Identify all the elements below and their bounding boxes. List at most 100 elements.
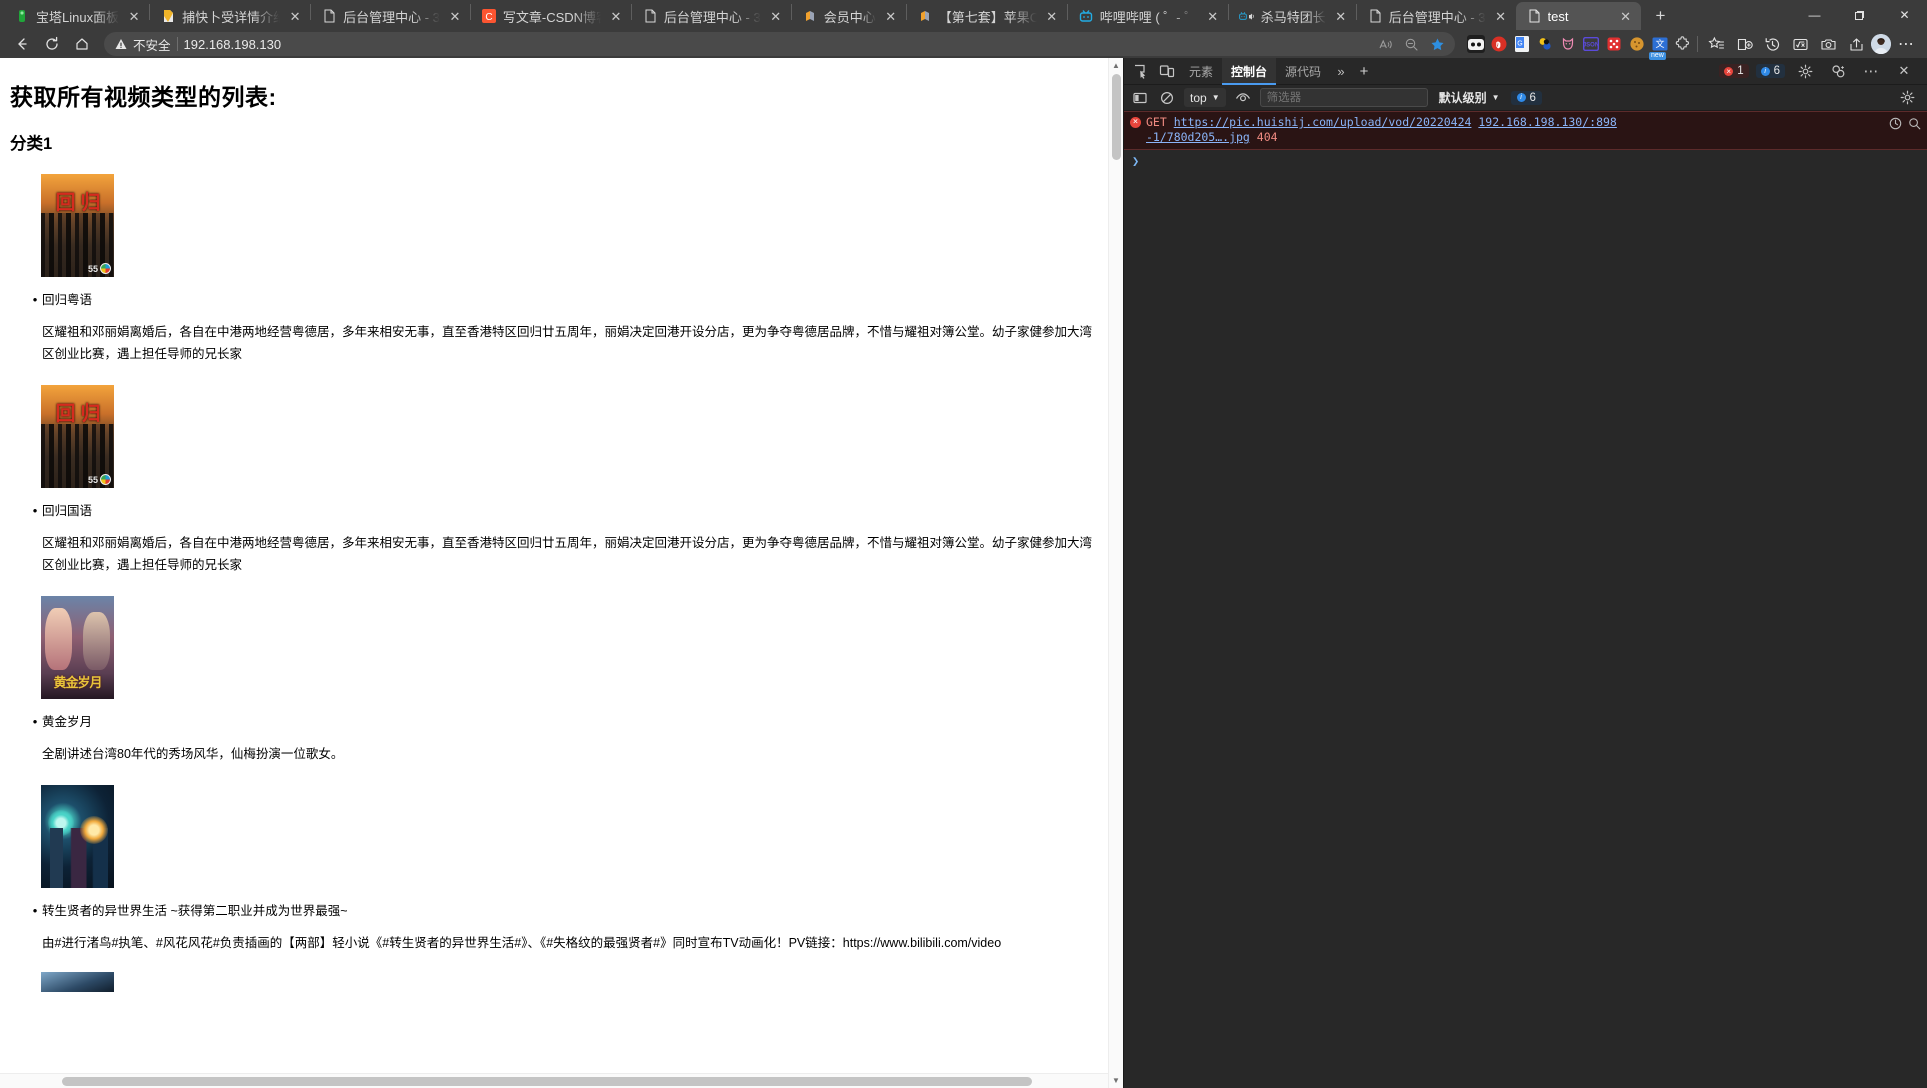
reload-button[interactable] <box>38 32 66 56</box>
translate-extension-icon[interactable]: 文 new <box>1649 35 1669 60</box>
tab-elements[interactable]: 元素 <box>1180 58 1222 85</box>
svg-text:JSON: JSON <box>1583 43 1599 49</box>
dark-reader-extension-icon[interactable] <box>1467 35 1485 53</box>
tab-close-button[interactable]: ✕ <box>607 7 625 25</box>
console-input-prompt[interactable]: ❯ <box>1124 150 1927 172</box>
console-error-message[interactable]: GET https://pic.huishij.com/upload/vod/2… <box>1124 111 1927 150</box>
live-expression-icon[interactable] <box>1233 88 1253 108</box>
share-icon[interactable] <box>1843 32 1869 56</box>
back-button[interactable] <box>8 32 36 56</box>
browser-tab-active[interactable]: test ✕ <box>1515 2 1641 30</box>
adblock-extension-icon[interactable] <box>1490 35 1508 53</box>
security-indicator[interactable]: 不安全 <box>110 35 171 54</box>
browser-tab[interactable]: 后台管理中心 - 3 ✕ <box>1357 2 1516 30</box>
read-aloud-icon[interactable] <box>1375 32 1395 56</box>
tab-close-button[interactable]: ✕ <box>1492 7 1510 25</box>
video-title: 转生贤者的异世界生活 ~获得第二职业并成为世界最强~ <box>42 904 348 918</box>
favorite-star-icon[interactable] <box>1427 32 1447 56</box>
list-item <box>10 972 1103 992</box>
console-filter-input[interactable] <box>1259 88 1428 107</box>
history-icon[interactable] <box>1759 32 1785 56</box>
profile-avatar[interactable] <box>1871 34 1891 54</box>
scroll-down-arrow[interactable]: ▼ <box>1109 1073 1123 1088</box>
screenshot-icon[interactable] <box>1815 32 1841 56</box>
tab-console[interactable]: 控制台 <box>1222 57 1277 85</box>
browser-tab[interactable]: 捕快卜受详情介绍 ✕ <box>150 2 310 30</box>
inspect-element-icon[interactable] <box>1128 59 1154 83</box>
request-source[interactable]: 192.168.198.130/:898 <box>1478 115 1616 129</box>
hscrollbar-thumb[interactable] <box>62 1077 1032 1086</box>
return-cantonese-poster[interactable]: 55 <box>41 174 114 277</box>
json-viewer-extension-icon[interactable]: JSON <box>1582 35 1600 53</box>
dice-extension-icon[interactable] <box>1605 35 1623 53</box>
execution-context-select[interactable]: top ▼ <box>1184 88 1226 107</box>
tab-close-button[interactable]: ✕ <box>767 7 785 25</box>
request-url[interactable]: https://pic.huishij.com/upload/vod/20220… <box>1174 115 1472 129</box>
poster-art: 黄金岁月 <box>41 596 114 699</box>
console-sidebar-icon[interactable] <box>1130 88 1150 108</box>
tab-close-button[interactable]: ✕ <box>1617 7 1635 25</box>
network-request-icon[interactable] <box>1889 117 1902 134</box>
new-tab-button[interactable]: + <box>1647 2 1675 30</box>
gear-icon[interactable] <box>1792 59 1818 83</box>
tab-sources[interactable]: 源代码 <box>1276 58 1330 85</box>
next-poster[interactable] <box>41 972 114 992</box>
error-count-badge[interactable]: 1 <box>1719 64 1749 78</box>
close-window-button[interactable]: ✕ <box>1882 0 1927 30</box>
log-level-select[interactable]: 默认级别 ▼ <box>1435 89 1504 106</box>
browser-tab[interactable]: 杀马特团长 ✕ <box>1229 2 1356 30</box>
address-bar[interactable]: 不安全 192.168.198.130 <box>104 32 1455 56</box>
page-horizontal-scrollbar[interactable] <box>0 1073 1108 1088</box>
issues-badge[interactable]: 6 <box>1510 90 1542 105</box>
settings-and-more-button[interactable]: ⋯ <box>1893 32 1919 56</box>
browser-tab[interactable]: 哔哩哔哩 ( ゜- ゜) ✕ <box>1068 2 1228 30</box>
pinball-extension-icon[interactable] <box>1536 35 1554 53</box>
browser-tab[interactable]: 后台管理中心 - 3 ✕ <box>311 2 470 30</box>
maximize-button[interactable] <box>1837 0 1882 30</box>
return-mandarin-poster[interactable]: 55 <box>41 385 114 488</box>
math-solver-icon[interactable] <box>1787 32 1813 56</box>
list-bullet: • <box>32 714 38 729</box>
request-url-continued[interactable]: -1/780d205….jpg <box>1146 130 1250 144</box>
home-button[interactable] <box>68 32 96 56</box>
reincarnated-sage-poster[interactable] <box>41 785 114 888</box>
device-toolbar-icon[interactable] <box>1154 59 1180 83</box>
url-text[interactable]: 192.168.198.130 <box>184 37 282 52</box>
devtools-close-button[interactable]: ✕ <box>1891 59 1917 83</box>
devtools-kebab-menu[interactable]: ⋯ <box>1858 59 1884 83</box>
scrollbar-thumb[interactable] <box>1112 74 1121 160</box>
cookie-extension-icon[interactable] <box>1628 35 1646 53</box>
scroll-up-arrow[interactable]: ▲ <box>1109 58 1123 73</box>
minimize-button[interactable]: — <box>1792 0 1837 30</box>
tab-close-button[interactable]: ✕ <box>125 7 143 25</box>
tab-title: 杀马特团长 <box>1260 9 1326 25</box>
add-panel-button[interactable]: + <box>1352 63 1376 80</box>
tab-close-button[interactable]: ✕ <box>1332 7 1350 25</box>
browser-tab[interactable]: 宝塔Linux面板 ✕ <box>4 2 149 30</box>
puzzle-extensions-icon[interactable] <box>1674 35 1692 53</box>
tab-close-button[interactable]: ✕ <box>1204 7 1222 25</box>
browser-tab[interactable]: 【第七套】苹果C ✕ <box>907 2 1067 30</box>
gear-icon[interactable] <box>1897 88 1917 108</box>
clear-console-icon[interactable] <box>1157 88 1177 108</box>
tab-close-button[interactable]: ✕ <box>882 7 900 25</box>
cat-extension-icon[interactable] <box>1559 35 1577 53</box>
chevron-down-icon: ▼ <box>1491 93 1500 102</box>
collections-icon[interactable] <box>1703 32 1729 56</box>
tab-close-button[interactable]: ✕ <box>286 7 304 25</box>
tab-close-button[interactable]: ✕ <box>446 7 464 25</box>
zoom-icon[interactable] <box>1401 32 1421 56</box>
split-screen-icon[interactable] <box>1731 32 1757 56</box>
browser-tab[interactable]: 后台管理中心 - 3 ✕ <box>632 2 791 30</box>
feedback-icon[interactable] <box>1825 59 1851 83</box>
search-icon[interactable] <box>1908 117 1921 134</box>
page-vertical-scrollbar[interactable]: ▲ ▼ <box>1108 58 1123 1088</box>
browser-tab[interactable]: 会员中心 ✕ <box>792 2 906 30</box>
video-list: 55 • 回归粤语 区耀祖和邓丽娟离婚后，各自在中港两地经营粤德居，多年来相安无… <box>10 174 1103 992</box>
golden-years-poster[interactable]: 黄金岁月 <box>41 596 114 699</box>
more-panels-icon[interactable]: » <box>1330 64 1352 79</box>
info-count-badge[interactable]: 6 <box>1755 64 1785 78</box>
google-docs-extension-icon[interactable]: G <box>1513 35 1531 53</box>
tab-close-button[interactable]: ✕ <box>1043 7 1061 25</box>
browser-tab[interactable]: C 写文章-CSDN博客 ✕ <box>471 2 631 30</box>
